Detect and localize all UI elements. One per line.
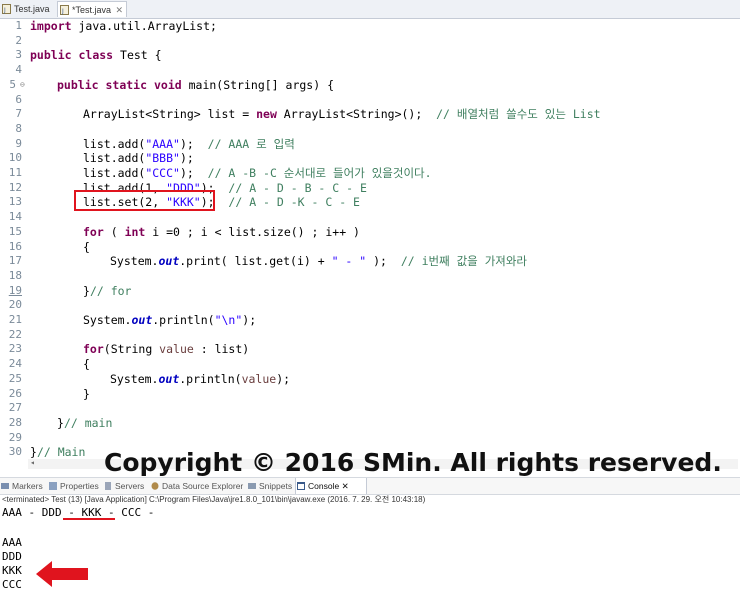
java-file-icon: J: [2, 4, 11, 14]
line-number: 22: [8, 327, 22, 341]
code-line: 7 ArrayList<String> list = new ArrayList<…: [0, 107, 740, 122]
highlight-underline: [63, 518, 115, 520]
code-line: 2: [0, 34, 740, 49]
line-number: 16: [8, 239, 22, 253]
code-line: 24{: [0, 357, 740, 372]
code-line: 4: [0, 63, 740, 78]
line-number: 10: [8, 151, 22, 165]
line-number: 20: [8, 298, 22, 312]
line-number: 30: [8, 445, 22, 459]
line-number: 15: [8, 224, 22, 238]
tab-label: Test.java: [14, 4, 50, 14]
code-line: 25 System.out.println(value);: [0, 372, 740, 387]
servers-icon: [105, 482, 111, 490]
line-number: 27: [8, 401, 22, 415]
line-number: 6: [15, 92, 22, 106]
line-number: 3: [15, 48, 22, 62]
code-line: 23 for(String value : list): [0, 342, 740, 357]
red-arrow-icon: [36, 561, 88, 587]
view-tab-bar: Markers Properties Servers Data Source E…: [0, 477, 740, 495]
console-line: DDD: [2, 550, 22, 563]
line-number: 26: [8, 386, 22, 400]
code-line: 19}// for: [0, 284, 740, 299]
code-editor[interactable]: 1 import java.util.ArrayList; 2 3 public c…: [0, 19, 740, 459]
copyright-watermark: Copyright © 2016 SMin. All rights reserv…: [104, 448, 722, 477]
line-number: 1: [15, 19, 22, 32]
code-line: 3 public class Test {: [0, 48, 740, 63]
code-line: 10 list.add("BBB");: [0, 151, 740, 166]
line-number: 18: [8, 268, 22, 282]
line-number: 24: [8, 357, 22, 371]
code-line: 29: [0, 431, 740, 446]
code-line: 14: [0, 210, 740, 225]
fold-toggle-icon[interactable]: ⊖: [20, 78, 25, 93]
highlight-box: [74, 190, 215, 211]
line-number: 17: [8, 254, 22, 268]
properties-icon: [49, 482, 57, 490]
line-number: 29: [8, 430, 22, 444]
code-line: 11 list.add("CCC"); // A -B -C 순서대로 들어가 있…: [0, 166, 740, 181]
code-line: 28}// main: [0, 416, 740, 431]
tab-test-java[interactable]: J Test.java: [0, 1, 56, 17]
close-console-icon[interactable]: ✕: [342, 481, 349, 491]
line-number: 9: [15, 136, 22, 150]
scroll-left-icon[interactable]: ◂: [30, 458, 35, 467]
line-number: 23: [8, 342, 22, 356]
code-line: 20: [0, 298, 740, 313]
tab-label: *Test.java: [72, 5, 112, 15]
java-file-icon: J: [60, 5, 69, 15]
code-line: 22: [0, 328, 740, 343]
console-line: AAA: [2, 536, 22, 549]
database-icon: [151, 482, 159, 490]
tab-console[interactable]: Console ✕: [295, 478, 367, 494]
line-number: 14: [8, 210, 22, 224]
code-line: 8: [0, 122, 740, 137]
console-icon: [297, 482, 305, 490]
code-line: 1 import java.util.ArrayList;: [0, 19, 740, 34]
line-number: 25: [8, 371, 22, 385]
code-line: 17 System.out.print( list.get(i) + " - " …: [0, 254, 740, 269]
console-line: CCC: [2, 578, 22, 591]
line-number: 7: [15, 107, 22, 121]
code-line: 18: [0, 269, 740, 284]
console-line: KKK: [2, 564, 22, 577]
code-line: 15 for ( int i =0 ; i < list.size() ; i++…: [0, 225, 740, 240]
tab-data-source-explorer[interactable]: Data Source Explorer: [150, 478, 256, 494]
code-line: 6: [0, 93, 740, 108]
svg-text:J: J: [3, 7, 6, 14]
console-status: <terminated> Test (13) [Java Application…: [2, 495, 426, 504]
code-line: 5 ⊖ public static void main(String[] args)…: [0, 78, 740, 93]
code-line: 9 list.add("AAA"); // AAA 로 입력: [0, 137, 740, 152]
line-number: 11: [8, 166, 22, 179]
line-number: 28: [8, 415, 22, 429]
code-line: 26}: [0, 387, 740, 402]
close-tab-icon[interactable]: ✕: [115, 2, 123, 18]
line-number: 19: [8, 283, 22, 297]
editor-tab-bar: J Test.java J *Test.java ✕: [0, 0, 740, 19]
code-line: 21 System.out.println("\n");: [0, 313, 740, 328]
svg-text:J: J: [61, 8, 64, 15]
line-number: 5: [9, 77, 16, 91]
line-number: 21: [8, 313, 22, 326]
tab-test-java-modified[interactable]: J *Test.java ✕: [57, 1, 127, 17]
line-number: 12: [8, 180, 22, 194]
code-line: 16{: [0, 240, 740, 255]
line-number: 8: [15, 121, 22, 135]
markers-icon: [1, 483, 9, 489]
code-line: 27: [0, 401, 740, 416]
line-number: 13: [8, 195, 22, 209]
line-number: 2: [15, 33, 22, 47]
line-number: 4: [15, 63, 22, 77]
snippets-icon: [248, 483, 256, 489]
